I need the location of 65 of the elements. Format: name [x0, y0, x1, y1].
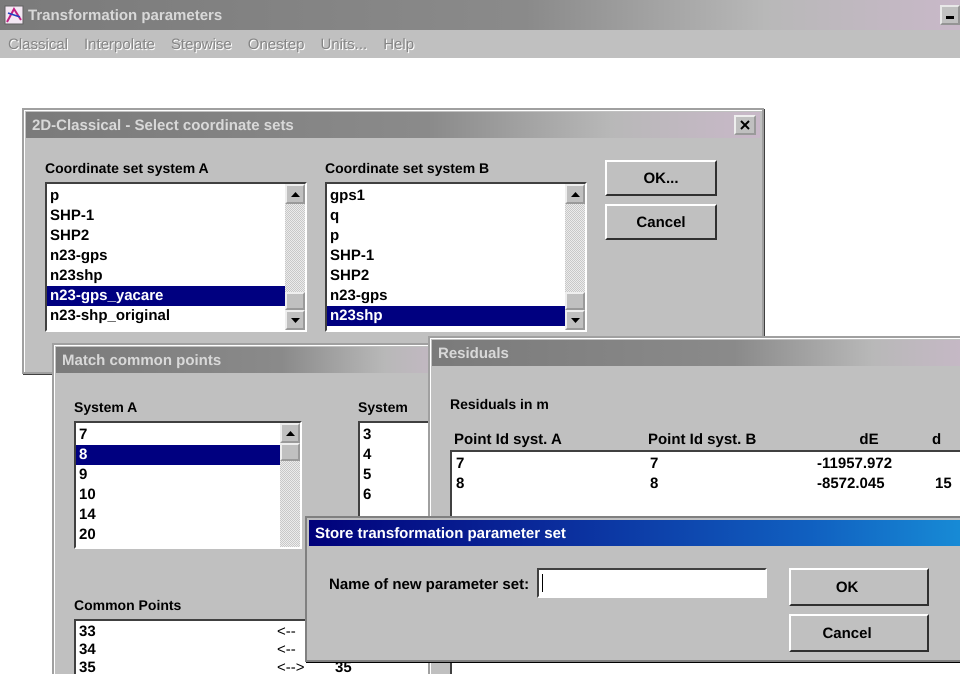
list-item[interactable]: n23shp [47, 266, 285, 286]
point-id: 34 [79, 641, 97, 659]
list-box[interactable]: 7 8 9 10 14 20 [74, 421, 302, 549]
minimize-button[interactable] [940, 5, 960, 25]
link-arrow: <-- [277, 641, 297, 659]
table-cell-text: 7 [455, 454, 466, 474]
table-cell-text: -8572.045 [816, 474, 886, 494]
list-item[interactable]: SHP2 [327, 266, 565, 286]
close-icon [740, 120, 750, 130]
scroll-bar[interactable] [280, 423, 300, 547]
list-item[interactable]: p [47, 186, 285, 206]
ok-button[interactable]: OK [789, 568, 930, 606]
minimize-icon [946, 16, 954, 20]
table-cell-text: -11957.972 [816, 454, 894, 474]
list-label: System [358, 399, 408, 415]
column-header: Point Id syst. B [648, 430, 758, 448]
list-item[interactable]: n23-shp_original [47, 306, 285, 326]
list-item[interactable]: 10 [76, 485, 280, 505]
list-item[interactable]: gps1 [327, 186, 565, 206]
caption: Residuals in m [450, 396, 549, 412]
dialog-title: 2D-Classical - Select coordinate sets [32, 116, 294, 134]
list-item[interactable]: 9 [76, 465, 280, 485]
window-title: Transformation parameters [28, 6, 222, 24]
column-header: dE [858, 430, 880, 448]
column-header: Point Id syst. A [453, 430, 563, 448]
input-field[interactable] [537, 568, 768, 598]
field-label: Name of new parameter set: [329, 576, 530, 593]
list-label: Coordinate set system B [325, 160, 490, 176]
ok-button[interactable]: OK... [605, 160, 717, 196]
table-cell-text: 8 [650, 474, 660, 494]
table-cell-text: 7 [650, 454, 660, 474]
close-button[interactable] [734, 115, 756, 135]
point-id: 35 [79, 659, 97, 674]
list-item[interactable]: n23shp [327, 306, 565, 326]
column-header: d [932, 430, 942, 448]
table-cell-text: 8 [455, 474, 466, 494]
list-item[interactable]: q [327, 206, 565, 226]
list-box[interactable]: p SHP-1 SHP2 n23-gps n23shp n23-gps_yacare n23-shp_original [45, 182, 307, 332]
list-item[interactable]: SHP-1 [47, 206, 285, 226]
cancel-button[interactable]: Cancel [605, 204, 717, 240]
list-label: Coordinate set system A [45, 160, 209, 176]
cancel-button[interactable]: Cancel [789, 614, 930, 652]
list-box[interactable]: gps1 q p SHP-1 SHP2 n23-gps n23shp [325, 182, 587, 332]
list-item[interactable]: 20 [76, 525, 280, 545]
list-item[interactable]: 14 [76, 505, 280, 525]
scroll-bar[interactable] [565, 184, 585, 330]
list-item[interactable]: SHP2 [47, 226, 285, 246]
scroll-bar[interactable] [285, 184, 305, 330]
point-id: 33 [79, 623, 97, 641]
list-item[interactable]: 7 [76, 425, 280, 445]
link-arrow: <-- [277, 623, 297, 641]
dialog-title: Store transformation parameter set [315, 524, 566, 542]
list-item[interactable]: n23-gps_yacare [47, 286, 285, 306]
table-cell-text: 15 [935, 474, 953, 494]
list-item[interactable]: SHP-1 [327, 246, 565, 266]
list-item[interactable]: n23-gps [327, 286, 565, 306]
dialog-title: Residuals [438, 344, 509, 362]
compass-drawing-icon [4, 5, 24, 25]
list-item[interactable]: n23-gps [47, 246, 285, 266]
dialog-title: Match common points [62, 352, 222, 368]
list-item[interactable]: p [327, 226, 565, 246]
list-label: Common Points [74, 597, 182, 613]
list-label: System A [74, 399, 138, 415]
list-item[interactable]: 8 [76, 445, 280, 465]
link-arrow: <--> [277, 659, 306, 674]
